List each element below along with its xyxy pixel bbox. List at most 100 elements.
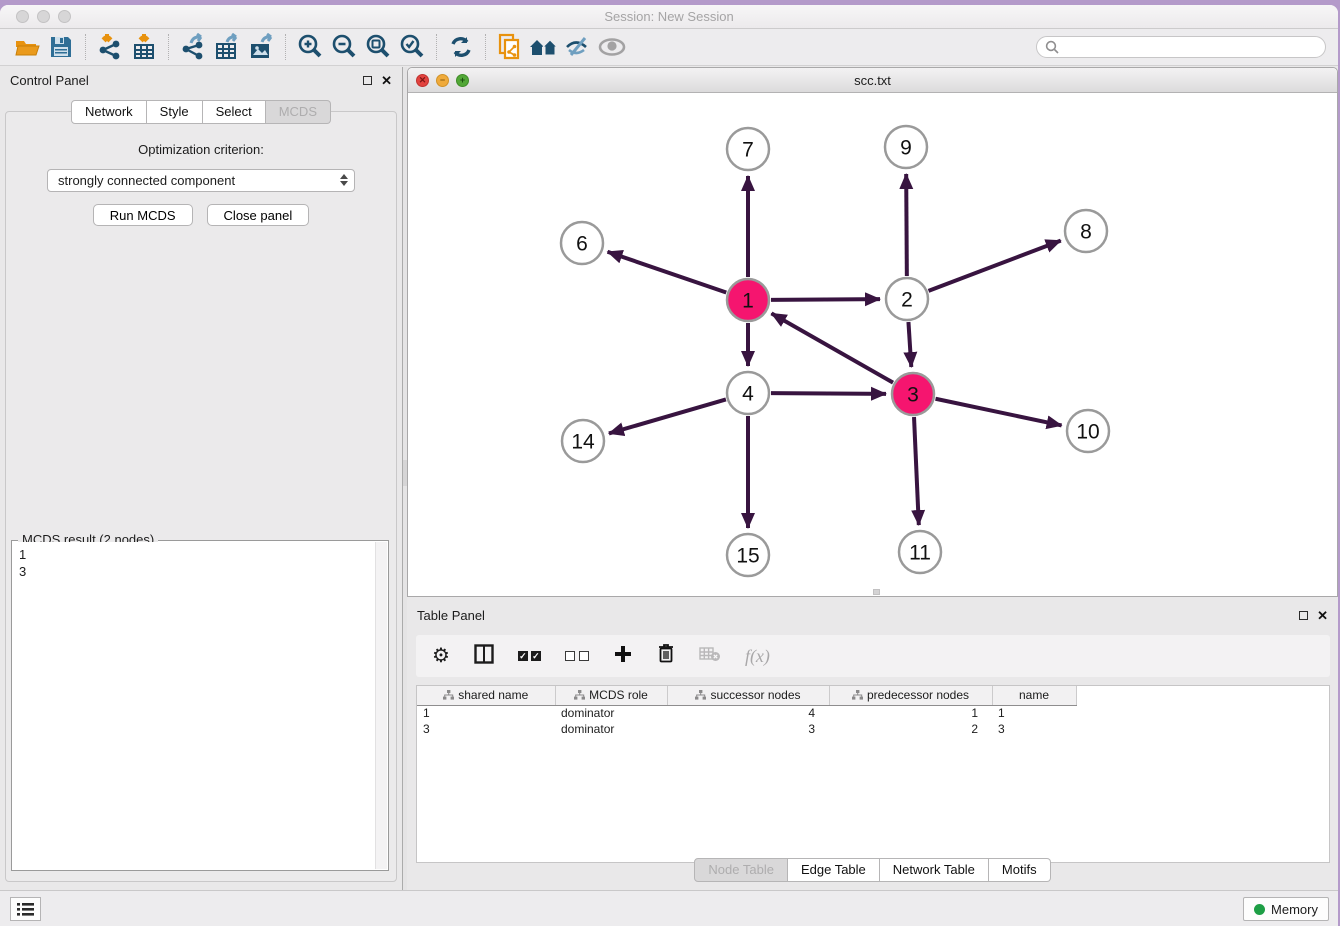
run-mcds-button[interactable]: Run MCDS <box>93 204 193 226</box>
gear-icon[interactable]: ⚙ <box>432 646 450 666</box>
svg-text:4: 4 <box>742 383 754 406</box>
graph-edge-1-6[interactable] <box>608 252 727 293</box>
graph-node-15[interactable]: 15 <box>727 534 769 576</box>
table-cell[interactable]: 1 <box>992 705 1076 721</box>
graph-node-11[interactable]: 11 <box>899 531 941 573</box>
result-line: 3 <box>19 563 375 580</box>
clone-network-icon[interactable] <box>493 32 527 62</box>
toolbar-separator <box>85 34 86 60</box>
tab-style[interactable]: Style <box>147 100 203 124</box>
import-network-icon[interactable] <box>93 32 127 62</box>
import-table-icon[interactable] <box>127 32 161 62</box>
node-table-container: shared nameMCDS rolesuccessor nodesprede… <box>416 685 1330 863</box>
table-cell[interactable]: 3 <box>992 721 1076 737</box>
float-panel-icon[interactable] <box>363 76 372 85</box>
mcds-panel: Optimization criterion: strongly connect… <box>5 111 397 882</box>
graph-node-8[interactable]: 8 <box>1065 210 1107 252</box>
deselect-all-icon[interactable] <box>565 651 589 661</box>
tab-network[interactable]: Network <box>71 100 147 124</box>
tab-motifs[interactable]: Motifs <box>989 858 1051 882</box>
graph-edge-4-14[interactable] <box>609 399 726 433</box>
graph-edge-3-11[interactable] <box>914 417 919 525</box>
graph-edge-3-10[interactable] <box>936 399 1062 426</box>
toolbar-separator <box>485 34 486 60</box>
split-view-icon[interactable] <box>474 644 494 669</box>
zoom-fit-icon[interactable] <box>361 32 395 62</box>
save-session-icon[interactable] <box>44 32 78 62</box>
column-header-shared-name[interactable]: shared name <box>417 686 555 705</box>
graph-edge-4-3[interactable] <box>771 393 886 394</box>
mcds-result-list[interactable]: 13 <box>13 542 375 869</box>
zoom-selected-icon[interactable] <box>395 32 429 62</box>
export-table-icon[interactable] <box>210 32 244 62</box>
graph-node-7[interactable]: 7 <box>727 128 769 170</box>
first-neighbors-icon[interactable] <box>527 32 561 62</box>
graph-edge-2-9[interactable] <box>906 174 907 276</box>
table-panel: Table Panel ✕ ⚙ ✓✓ <box>407 597 1338 890</box>
tab-select[interactable]: Select <box>203 100 266 124</box>
export-image-icon[interactable] <box>244 32 278 62</box>
memory-button[interactable]: Memory <box>1243 897 1329 921</box>
graph-node-9[interactable]: 9 <box>885 126 927 168</box>
toolbar-separator <box>285 34 286 60</box>
tab-mcds[interactable]: MCDS <box>266 100 331 124</box>
column-header-MCDS-role[interactable]: MCDS role <box>555 686 667 705</box>
column-header-predecessor-nodes[interactable]: predecessor nodes <box>829 686 992 705</box>
graph-node-2[interactable]: 2 <box>886 278 928 320</box>
zoom-out-icon[interactable] <box>327 32 361 62</box>
graph-edge-2-8[interactable] <box>929 241 1061 291</box>
titlebar: Session: New Session <box>0 5 1338 29</box>
graph-node-14[interactable]: 14 <box>562 420 604 462</box>
graph-node-3[interactable]: 3 <box>892 373 934 415</box>
column-header-name[interactable]: name <box>992 686 1076 705</box>
add-column-icon[interactable] <box>613 644 633 669</box>
graph-edge-2-3[interactable] <box>908 322 911 367</box>
select-all-icon[interactable]: ✓✓ <box>518 651 541 661</box>
zoom-in-icon[interactable] <box>293 32 327 62</box>
graph-node-1[interactable]: 1 <box>727 279 769 321</box>
export-network-icon[interactable] <box>176 32 210 62</box>
graph-node-4[interactable]: 4 <box>727 372 769 414</box>
network-graph[interactable]: 7 9 6 8 1 2 4 3 14 10 15 11 <box>408 93 1337 596</box>
graph-node-6[interactable]: 6 <box>561 222 603 264</box>
search-box[interactable] <box>1036 36 1326 58</box>
table-cell[interactable]: 3 <box>667 721 829 737</box>
tab-node-table[interactable]: Node Table <box>694 858 788 882</box>
main-toolbar <box>0 29 1338 66</box>
table-cell[interactable]: 4 <box>667 705 829 721</box>
result-scrollbar[interactable] <box>375 542 387 869</box>
close-table-panel-icon[interactable]: ✕ <box>1317 609 1328 622</box>
graph-edge-3-1[interactable] <box>771 313 893 382</box>
refresh-icon[interactable] <box>444 32 478 62</box>
network-window-titlebar: ✕ − + scc.txt <box>408 68 1337 93</box>
column-header-successor-nodes[interactable]: successor nodes <box>667 686 829 705</box>
table-cell[interactable]: 2 <box>829 721 992 737</box>
graph-edge-1-2[interactable] <box>771 299 880 300</box>
close-panel-icon[interactable]: ✕ <box>381 74 392 87</box>
criterion-value: strongly connected component <box>58 173 235 188</box>
show-all-icon[interactable] <box>595 32 629 62</box>
table-cell[interactable]: 1 <box>829 705 992 721</box>
search-input[interactable] <box>1064 40 1317 54</box>
tab-edge-table[interactable]: Edge Table <box>788 858 880 882</box>
table-cell[interactable]: dominator <box>555 721 667 737</box>
task-history-button[interactable] <box>10 897 41 921</box>
network-canvas[interactable]: 7 9 6 8 1 2 4 3 14 10 15 11 <box>408 93 1337 596</box>
window-title: Session: New Session <box>0 9 1338 24</box>
table-cell[interactable]: 3 <box>417 721 555 737</box>
canvas-resize-grip[interactable] <box>873 589 880 595</box>
close-panel-button[interactable]: Close panel <box>207 204 310 226</box>
tab-network-table[interactable]: Network Table <box>880 858 989 882</box>
open-session-icon[interactable] <box>10 32 44 62</box>
float-table-panel-icon[interactable] <box>1299 611 1308 620</box>
graph-node-10[interactable]: 10 <box>1067 410 1109 452</box>
table-row[interactable]: 1dominator411 <box>417 705 1076 721</box>
optimization-criterion-label: Optimization criterion: <box>6 142 396 157</box>
delete-column-icon[interactable] <box>657 643 675 669</box>
table-cell[interactable]: 1 <box>417 705 555 721</box>
criterion-select[interactable]: strongly connected component <box>47 169 355 192</box>
node-table[interactable]: shared nameMCDS rolesuccessor nodesprede… <box>417 686 1077 737</box>
table-row[interactable]: 3dominator323 <box>417 721 1076 737</box>
hide-selected-icon[interactable] <box>561 32 595 62</box>
table-cell[interactable]: dominator <box>555 705 667 721</box>
